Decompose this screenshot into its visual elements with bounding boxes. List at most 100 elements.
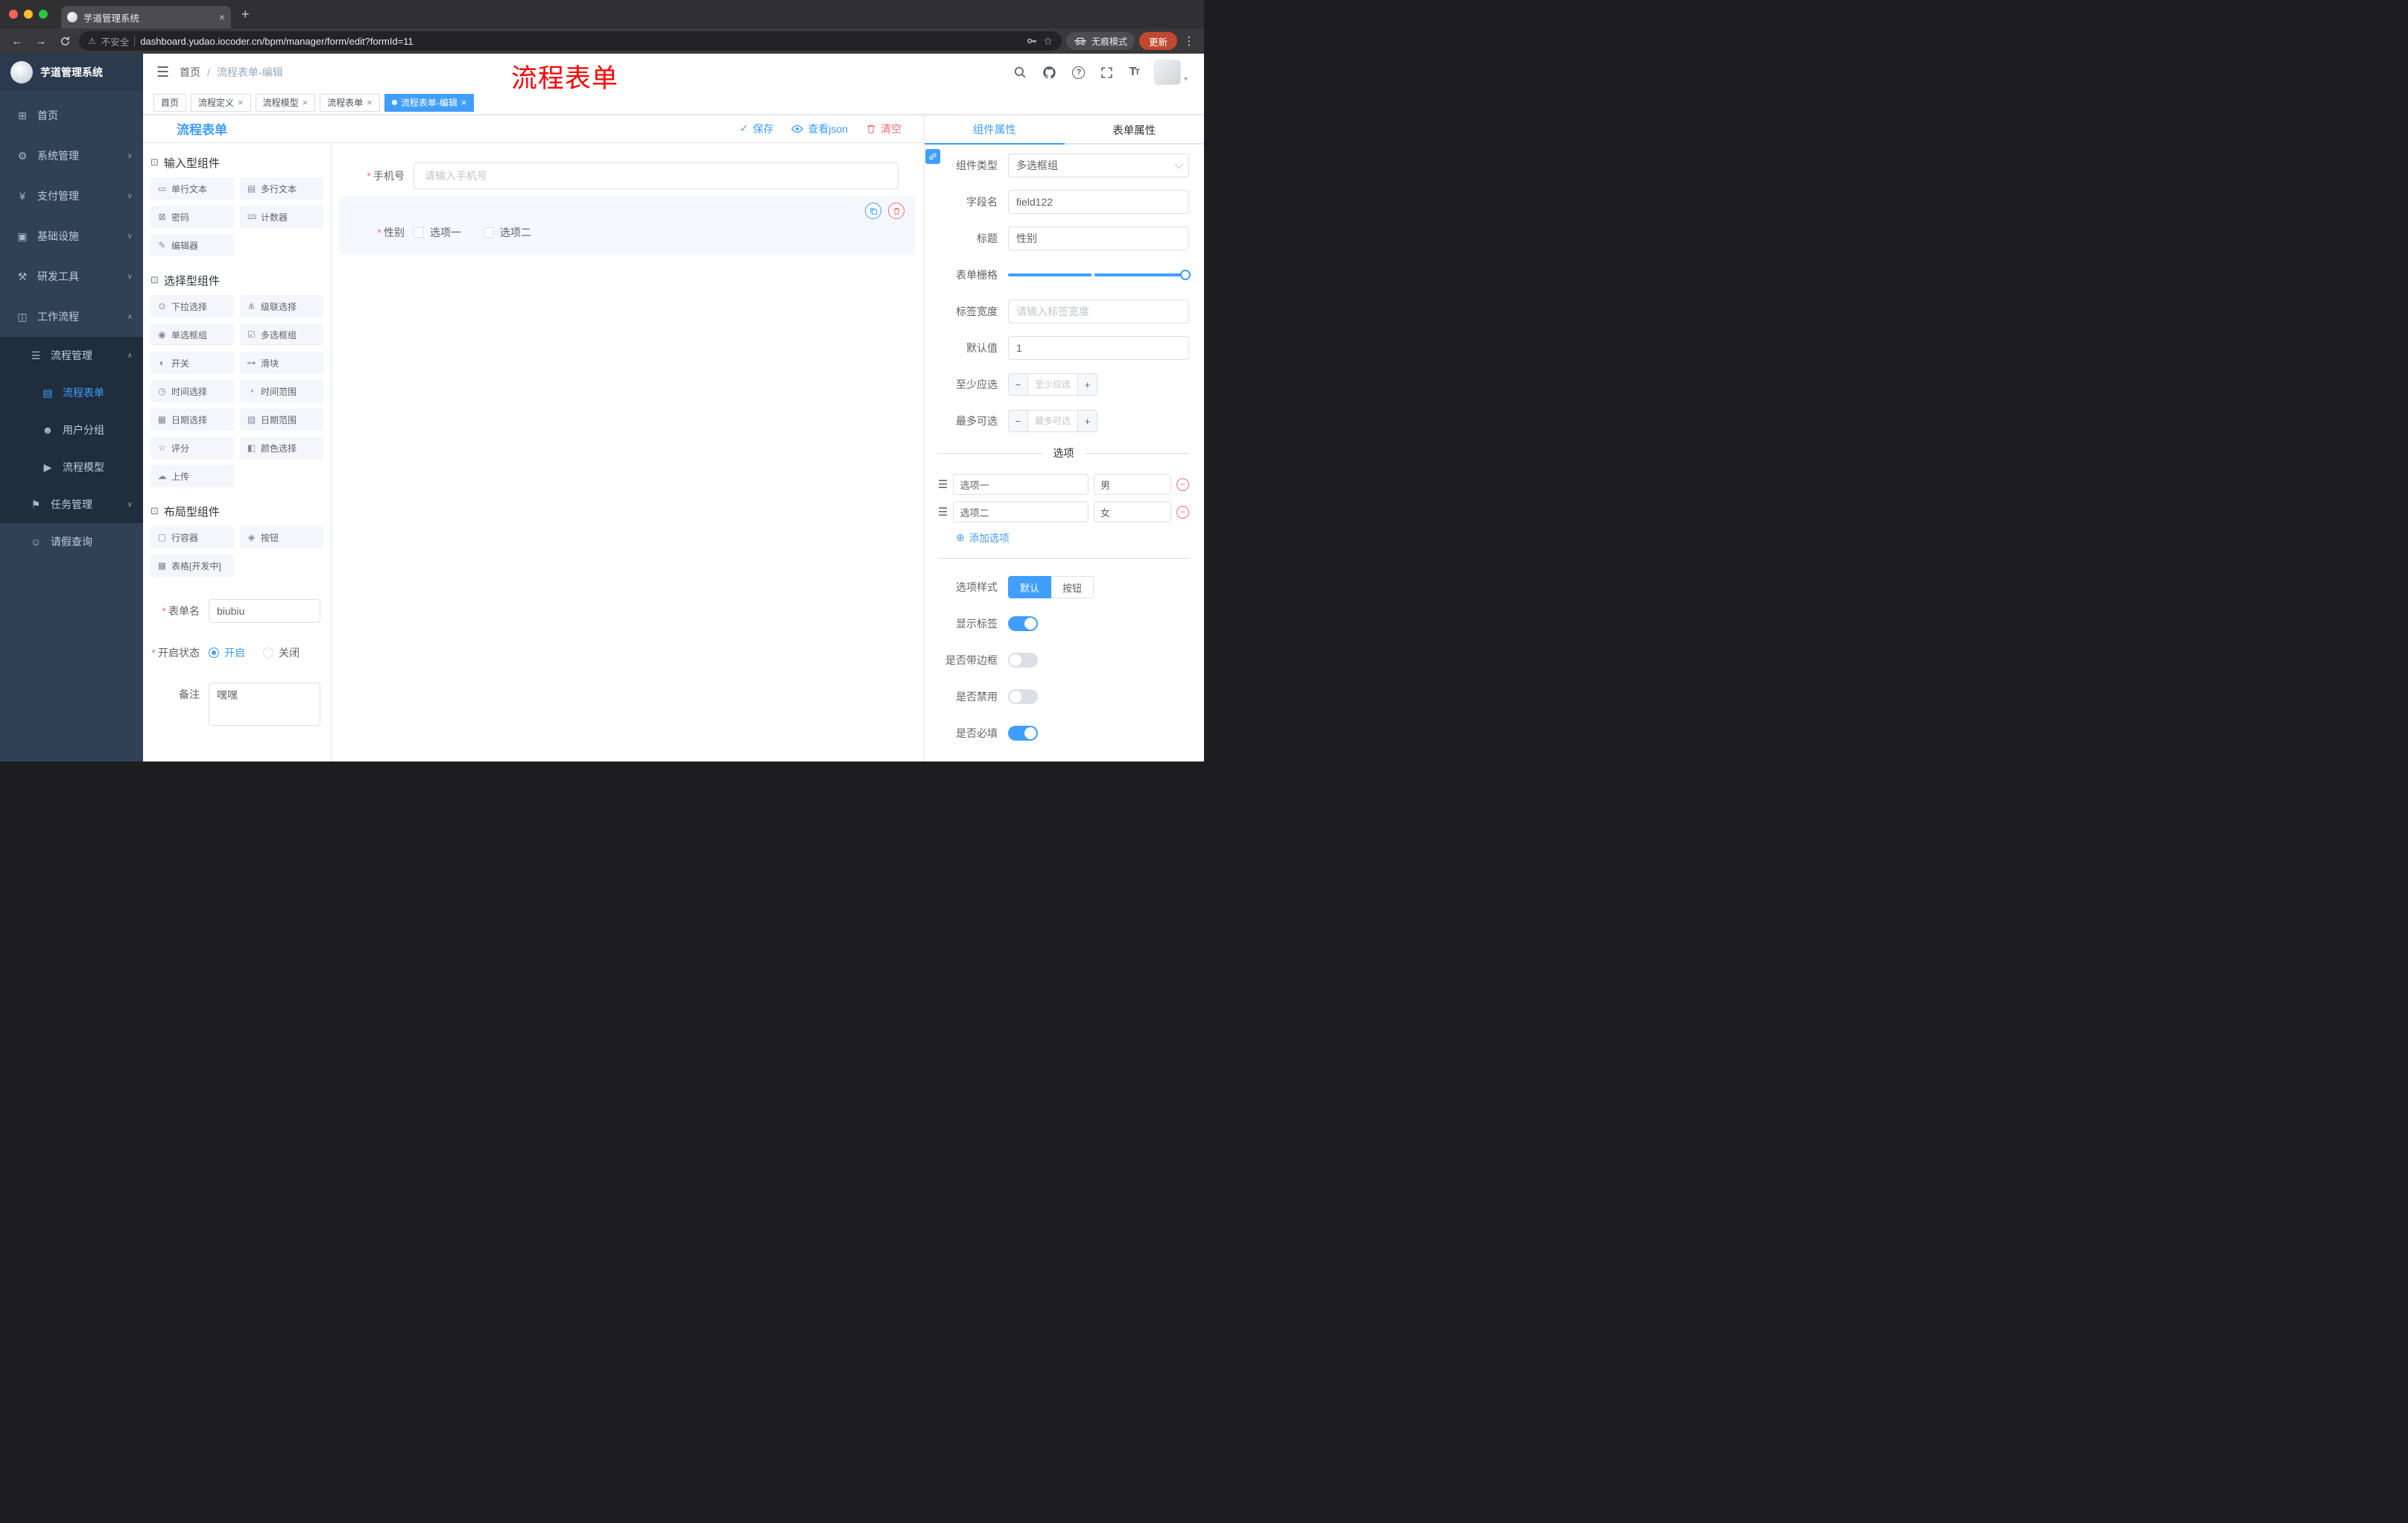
component-chip-single-line-text[interactable]: ▭ 单行文本 (150, 177, 234, 200)
slider-handle[interactable] (1180, 270, 1191, 280)
tag-home[interactable]: 首页 (153, 93, 187, 112)
copy-widget-button[interactable] (865, 203, 881, 219)
decrease-button[interactable]: − (1009, 411, 1028, 431)
component-chip-multi-line-text[interactable]: ▤ 多行文本 (240, 177, 323, 200)
component-chip-time-picker[interactable]: ◷ 时间选择 (150, 380, 234, 402)
forward-button[interactable]: → (31, 31, 51, 51)
search-icon[interactable] (1013, 66, 1027, 79)
label-width-input[interactable] (1008, 300, 1189, 323)
view-json-button[interactable]: 查看json (791, 121, 848, 136)
selected-widget-gender[interactable]: * 性别 选项一 选项二 (339, 197, 915, 255)
clear-button[interactable]: 清空 (866, 121, 902, 136)
tab-close-icon[interactable]: × (219, 12, 225, 22)
component-type-select[interactable]: 多选框组 (1008, 153, 1189, 177)
phone-field[interactable]: * 手机号 (339, 162, 899, 189)
sidebar-item-task-management[interactable]: ⚑ 任务管理 ∨ (0, 486, 143, 523)
update-button[interactable]: 更新 (1138, 32, 1177, 50)
required-switch[interactable] (1008, 726, 1038, 741)
status-off-radio[interactable]: 关闭 (263, 645, 300, 660)
tab-component-props[interactable]: 组件属性 (925, 115, 1065, 145)
form-grid-slider[interactable] (1008, 263, 1191, 287)
sidebar-item-workflow[interactable]: ◫ 工作流程 ∧ (0, 297, 143, 337)
component-chip-color-picker[interactable]: ◧ 颜色选择 (240, 437, 323, 459)
component-chip-editor[interactable]: ✎ 编辑器 (150, 234, 234, 256)
phone-input[interactable] (414, 162, 899, 189)
sidebar-logo-row[interactable]: 芋道管理系统 (0, 54, 143, 91)
drag-handle-icon[interactable]: ☰ (938, 505, 948, 519)
default-value-input[interactable] (1008, 336, 1189, 360)
increase-button[interactable]: + (1077, 374, 1097, 395)
option-style-default-button[interactable]: 默认 (1008, 576, 1052, 598)
component-chip-radio-group[interactable]: ◉ 单选框组 (150, 323, 234, 346)
title-input[interactable] (1008, 227, 1189, 250)
component-chip-date-range[interactable]: ▧ 日期范围 (240, 408, 323, 431)
disabled-switch[interactable] (1008, 689, 1038, 704)
component-chip-slider[interactable]: ⊶ 滑块 (240, 352, 323, 374)
window-minimize-button[interactable] (24, 10, 33, 19)
increase-button[interactable]: + (1077, 411, 1097, 431)
breadcrumb-home[interactable]: 首页 (180, 65, 200, 80)
font-size-icon[interactable]: TT (1129, 66, 1139, 79)
window-close-button[interactable] (9, 10, 18, 19)
component-chip-rate[interactable]: ☆ 评分 (150, 437, 234, 459)
tag-close-icon[interactable]: × (367, 98, 373, 107)
component-chip-switch[interactable]: ◐ 开关 (150, 352, 234, 374)
sidebar-toggle-icon[interactable]: ☰ (143, 64, 180, 81)
browser-menu-icon[interactable]: ⋮ (1182, 34, 1197, 48)
sidebar-item-devtools[interactable]: ⚒ 研发工具 ∨ (0, 256, 143, 297)
component-chip-row-container[interactable]: ▢ 行容器 (150, 526, 234, 548)
sidebar-item-payment[interactable]: ¥ 支付管理 ∨ (0, 176, 143, 216)
link-icon[interactable] (925, 149, 940, 164)
user-menu[interactable]: ▾ (1153, 60, 1188, 85)
max-select-input[interactable] (1028, 411, 1077, 431)
sidebar-item-user-group[interactable]: ☻ 用户分组 (0, 411, 143, 449)
tag-process-definition[interactable]: 流程定义 × (191, 93, 251, 112)
field-name-input[interactable] (1008, 190, 1189, 214)
password-key-icon[interactable] (1026, 35, 1038, 47)
sidebar-item-home[interactable]: ⊞ 首页 (0, 95, 143, 136)
checkbox-option-1[interactable]: 选项一 (414, 225, 461, 240)
remark-textarea[interactable]: 嘿嘿 (209, 683, 320, 726)
component-chip-upload[interactable]: ☁ 上传 (150, 465, 234, 487)
checkbox-option-2[interactable]: 选项二 (484, 225, 531, 240)
sidebar-item-infrastructure[interactable]: ▣ 基础设施 ∨ (0, 216, 143, 256)
tag-close-icon[interactable]: × (461, 98, 467, 107)
option-value-input[interactable] (1094, 474, 1171, 495)
form-name-input[interactable] (209, 599, 320, 623)
option-style-button-button[interactable]: 按钮 (1051, 576, 1094, 598)
new-tab-button[interactable]: + (241, 7, 250, 22)
fullscreen-icon[interactable] (1100, 66, 1113, 79)
option-value-input[interactable] (1094, 501, 1171, 522)
component-chip-checkbox-group[interactable]: ☑ 多选框组 (240, 323, 323, 346)
remove-option-button[interactable]: − (1176, 505, 1189, 519)
sidebar-item-process-management[interactable]: ☰ 流程管理 ∧ (0, 337, 143, 374)
show-label-switch[interactable] (1008, 616, 1038, 631)
delete-widget-button[interactable] (888, 203, 904, 219)
tag-process-form[interactable]: 流程表单 × (320, 93, 380, 112)
component-chip-select[interactable]: ⊙ 下拉选择 (150, 295, 234, 317)
tab-form-props[interactable]: 表单属性 (1065, 115, 1205, 145)
sidebar-item-leave-query[interactable]: ☺ 请假查询 (0, 523, 143, 560)
tag-process-form-edit[interactable]: 流程表单-编辑 × (384, 93, 475, 112)
component-chip-time-range[interactable]: ◔ 时间范围 (240, 380, 323, 402)
help-icon[interactable]: ? (1072, 66, 1086, 79)
drag-handle-icon[interactable]: ☰ (938, 478, 948, 491)
sidebar-item-process-form[interactable]: ▤ 流程表单 (0, 374, 143, 411)
add-option-link[interactable]: ⊕ 添加选项 (956, 530, 1189, 545)
back-button[interactable]: ← (7, 31, 27, 51)
form-canvas[interactable]: * 手机号 请输入手机号 * 性别 选项一 选项二 (332, 143, 924, 762)
min-select-input[interactable] (1028, 374, 1077, 395)
component-chip-date-picker[interactable]: ▦ 日期选择 (150, 408, 234, 431)
option-label-input[interactable] (953, 501, 1089, 522)
reload-button[interactable] (55, 31, 75, 51)
border-switch[interactable] (1008, 653, 1038, 668)
sidebar-item-process-model[interactable]: ▶ 流程模型 (0, 449, 143, 486)
tag-process-model[interactable]: 流程模型 × (255, 93, 316, 112)
component-chip-cascader[interactable]: ⋔ 级联选择 (240, 295, 323, 317)
component-chip-table[interactable]: ▩ 表格[开发中] (150, 554, 234, 577)
browser-tab[interactable]: 芋道管理系统 × (61, 6, 231, 28)
tag-close-icon[interactable]: × (238, 98, 244, 107)
bookmark-star-icon[interactable]: ☆ (1043, 35, 1053, 48)
option-label-input[interactable] (953, 474, 1089, 495)
decrease-button[interactable]: − (1009, 374, 1028, 395)
